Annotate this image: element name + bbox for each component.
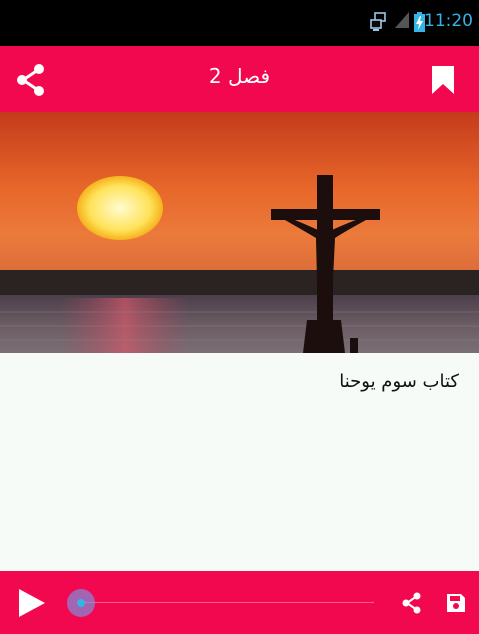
- player-share-button[interactable]: [401, 592, 423, 614]
- progress-thumb[interactable]: [77, 599, 85, 607]
- save-button[interactable]: [446, 593, 466, 613]
- hero-image: [0, 112, 479, 353]
- signal-icon: [395, 12, 409, 32]
- content-area: كتاب سوم يوحنا: [0, 353, 479, 571]
- network-transfer-icon: [370, 12, 388, 36]
- status-time: 11:20: [424, 11, 473, 31]
- book-title-text: كتاب سوم يوحنا: [339, 371, 459, 392]
- sunset-cross-photo: [0, 112, 479, 353]
- bookmark-button[interactable]: [428, 64, 458, 96]
- page-title: فصل 2: [208, 64, 271, 88]
- status-bar: 11:20: [0, 0, 479, 46]
- app-bar: فصل 2: [0, 46, 479, 112]
- progress-track[interactable]: [82, 602, 374, 603]
- play-button[interactable]: [16, 587, 48, 619]
- audio-player-bar: [0, 571, 479, 634]
- share-icon: [401, 592, 423, 618]
- save-icon: [446, 594, 466, 617]
- bookmark-icon: [428, 66, 458, 100]
- play-icon: [16, 589, 48, 623]
